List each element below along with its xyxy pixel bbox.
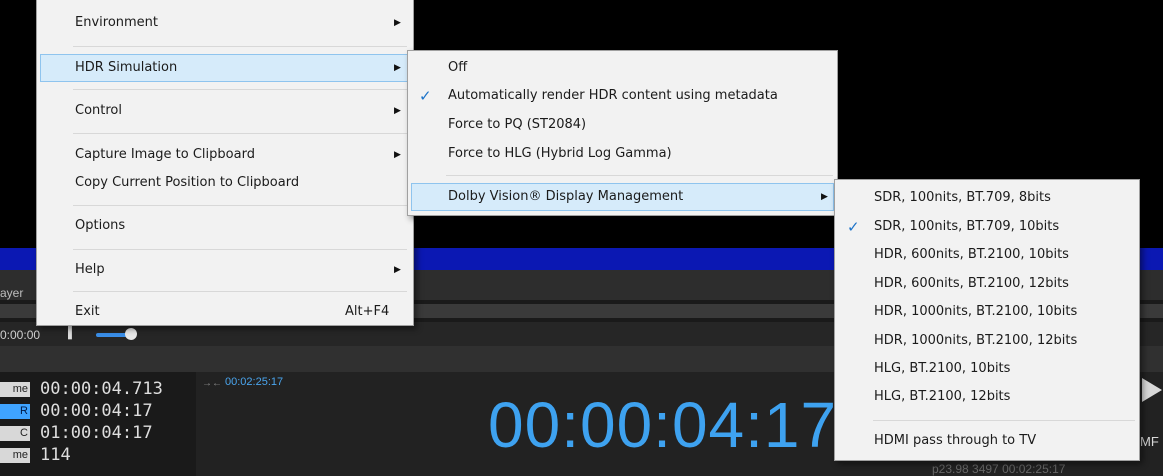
tc-row-value: 114	[40, 445, 71, 465]
menu-item-dv-option[interactable]: SDR, 100nits, BT.709, 8bits	[838, 184, 1136, 212]
menu-separator	[73, 291, 407, 292]
menu-item-auto-render[interactable]: ✓ Automatically render HDR content using…	[411, 82, 834, 110]
menu-separator	[73, 249, 407, 250]
submenu-arrow-icon: ▶	[394, 150, 401, 160]
tc-row-value: 01:00:04:17	[40, 423, 153, 443]
menu-item-label: HDR, 600nits, BT.2100, 12bits	[874, 276, 1069, 291]
status-text: p23.98 3497 00:02:25:17	[932, 462, 1066, 476]
menu-item-dv-option[interactable]: HLG, BT.2100, 10bits	[838, 355, 1136, 383]
menu-item-exit[interactable]: Exit Alt+F4	[40, 298, 410, 326]
menu-item-label: Dolby Vision® Display Management	[448, 189, 684, 204]
menu-item-off[interactable]: Off	[411, 54, 834, 82]
menu-item-shortcut: Alt+F4	[345, 304, 390, 319]
duration-time: 00:02:25:17	[225, 376, 284, 388]
menu-item-label: Help	[75, 262, 105, 277]
menu-item-label: Exit	[75, 304, 100, 319]
position-time: 0:00:00	[0, 328, 41, 342]
menu-item-label: HDMI pass through to TV	[874, 433, 1037, 448]
menu-item-dv-option[interactable]: HLG, BT.2100, 12bits	[838, 383, 1136, 411]
tc-row-frame: R 00:00:04:17	[0, 400, 153, 422]
menu-item-label: HLG, BT.2100, 12bits	[874, 389, 1011, 404]
play-icon[interactable]	[1142, 378, 1162, 402]
tc-row-value: 00:00:04:17	[40, 401, 153, 421]
checkmark-icon: ✓	[847, 218, 860, 236]
menu-separator	[873, 420, 1135, 421]
context-menu: Environment ▶ HDR Simulation ▶ Control ▶…	[36, 0, 414, 326]
menu-item-label: HDR, 1000nits, BT.2100, 12bits	[874, 333, 1078, 348]
tc-row-label[interactable]: R	[0, 403, 30, 419]
tc-row-label[interactable]: me	[0, 447, 30, 463]
menu-item-force-hlg[interactable]: Force to HLG (Hybrid Log Gamma)	[411, 140, 834, 168]
menu-item-environment[interactable]: Environment ▶	[40, 9, 410, 37]
tc-row-time: me 00:00:04.713	[0, 378, 163, 400]
menu-separator	[446, 175, 833, 176]
menu-item-label: Environment	[75, 15, 159, 30]
menu-item-label: SDR, 100nits, BT.709, 8bits	[874, 190, 1051, 205]
player-tab[interactable]: ayer	[0, 286, 23, 300]
submenu-arrow-icon: ▶	[394, 63, 401, 73]
current-timecode: 00:00:04:17	[488, 389, 838, 461]
tc-row-tc: C 01:00:04:17	[0, 422, 153, 444]
menu-item-label: Force to HLG (Hybrid Log Gamma)	[448, 146, 672, 161]
menu-item-hdr-simulation[interactable]: HDR Simulation ▶	[40, 54, 410, 82]
checkmark-icon: ✓	[419, 87, 432, 105]
submenu-arrow-icon: ▶	[394, 265, 401, 275]
menu-item-label: SDR, 100nits, BT.709, 10bits	[874, 219, 1060, 234]
menu-item-label: HLG, BT.2100, 10bits	[874, 361, 1011, 376]
menu-item-label: Off	[448, 60, 468, 75]
menu-item-label: Copy Current Position to Clipboard	[75, 175, 300, 190]
submenu-arrow-icon: ▶	[821, 192, 828, 202]
menu-item-label: HDR, 600nits, BT.2100, 10bits	[874, 247, 1069, 262]
dolby-vision-submenu: SDR, 100nits, BT.709, 8bits ✓ SDR, 100ni…	[834, 179, 1140, 461]
tc-row-value: 00:00:04.713	[40, 379, 163, 399]
slider-knob[interactable]	[125, 328, 137, 340]
menu-item-label: HDR Simulation	[75, 60, 178, 75]
menu-item-dv-option[interactable]: HDR, 1000nits, BT.2100, 12bits	[838, 327, 1136, 355]
menu-item-dv-option[interactable]: ✓ SDR, 100nits, BT.709, 10bits	[838, 213, 1136, 241]
menu-item-dv-option[interactable]: HDR, 1000nits, BT.2100, 10bits	[838, 298, 1136, 326]
menu-item-dv-option[interactable]: HDR, 600nits, BT.2100, 12bits	[838, 270, 1136, 298]
menu-item-label: Options	[75, 218, 126, 233]
submenu-arrow-icon: ▶	[394, 18, 401, 28]
mf-label: MF	[1140, 434, 1159, 449]
mark-in-icon[interactable]: ▌	[68, 326, 78, 340]
menu-item-options[interactable]: Options	[40, 212, 410, 240]
menu-item-label: Control	[75, 103, 122, 118]
menu-separator	[73, 46, 407, 47]
menu-item-dv-option[interactable]: HDR, 600nits, BT.2100, 10bits	[838, 241, 1136, 269]
menu-separator	[73, 133, 407, 134]
tc-row-label[interactable]: C	[0, 425, 30, 441]
menu-separator	[73, 205, 407, 206]
menu-item-copy-position[interactable]: Copy Current Position to Clipboard	[40, 169, 410, 197]
hdr-simulation-submenu: Off ✓ Automatically render HDR content u…	[407, 50, 838, 216]
menu-item-capture-image[interactable]: Capture Image to Clipboard ▶	[40, 141, 410, 169]
menu-item-force-pq[interactable]: Force to PQ (ST2084)	[411, 111, 834, 139]
menu-item-label: Capture Image to Clipboard	[75, 147, 255, 162]
menu-separator	[73, 89, 407, 90]
tc-row-frame-count: me 114	[0, 444, 71, 466]
duration-icon: →←	[202, 378, 222, 389]
menu-item-control[interactable]: Control ▶	[40, 97, 410, 125]
tc-row-label[interactable]: me	[0, 381, 30, 397]
menu-item-hdmi-pass-through[interactable]: HDMI pass through to TV	[838, 427, 1136, 455]
menu-item-dolby-vision[interactable]: Dolby Vision® Display Management ▶	[411, 183, 834, 211]
menu-item-label: Force to PQ (ST2084)	[448, 117, 587, 132]
menu-item-label: Automatically render HDR content using m…	[448, 88, 778, 103]
submenu-arrow-icon: ▶	[394, 106, 401, 116]
menu-item-label: HDR, 1000nits, BT.2100, 10bits	[874, 304, 1078, 319]
menu-item-help[interactable]: Help ▶	[40, 256, 410, 284]
